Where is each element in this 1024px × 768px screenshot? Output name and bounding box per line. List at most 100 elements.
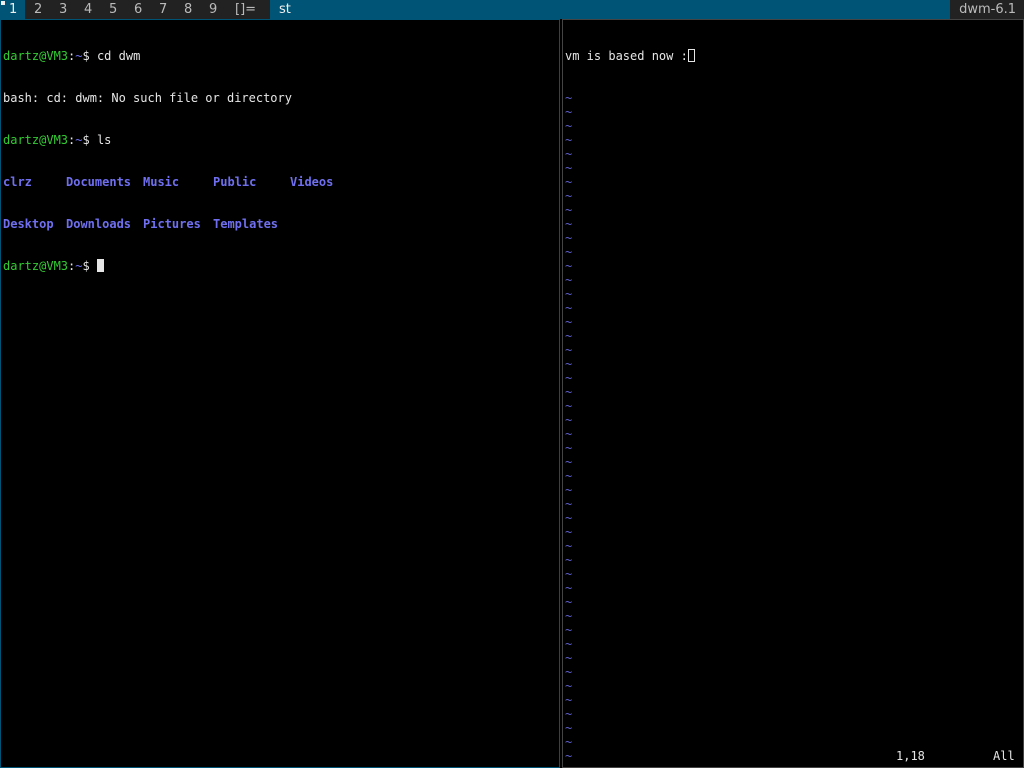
directory-entry: Documents <box>66 175 132 189</box>
terminal-line: bash: cd: dwm: No such file or directory <box>3 91 333 105</box>
tag-2[interactable]: 2 <box>25 0 50 19</box>
directory-entry: Desktop <box>3 217 54 231</box>
layout-symbol[interactable]: []= <box>225 0 270 19</box>
tag-8[interactable]: 8 <box>175 0 200 19</box>
prompt-symbol: $ <box>82 259 97 273</box>
vim-empty-line-marker: ~ <box>565 315 573 329</box>
vim-empty-line-marker: ~ <box>565 763 695 767</box>
directory-entry: Pictures <box>143 217 201 231</box>
prompt-symbol: $ <box>82 49 97 63</box>
tag-6[interactable]: 6 <box>125 0 150 19</box>
occupied-indicator-icon <box>1 1 5 5</box>
directory-entry: Downloads <box>66 217 132 231</box>
tag-3[interactable]: 3 <box>50 0 75 19</box>
vim-empty-line-marker: ~ <box>565 371 573 385</box>
status-text: dwm-6.1 <box>950 0 1024 19</box>
vim-cursor-position: 1,18 <box>896 749 925 763</box>
vim-empty-line-marker: ~ <box>565 259 573 273</box>
command-text: ls <box>96 133 112 147</box>
prompt-user: dartz@VM3 <box>3 49 69 63</box>
vim-text-line: vm is based now : <box>565 49 695 63</box>
vim-empty-line-marker: ~ <box>565 343 573 357</box>
vim-empty-line-marker: ~ <box>565 525 573 539</box>
vim-empty-line-marker: ~ <box>565 651 573 665</box>
vim-empty-line-marker: ~ <box>565 511 573 525</box>
vim-empty-line-marker: ~ <box>565 721 573 735</box>
terminal-line: dartz@VM3:~$ ls <box>3 133 333 147</box>
vim-empty-line-marker: ~ <box>565 399 573 413</box>
dwm-bar: 1 2 3 4 5 6 7 8 9 []= st dwm-6.1 <box>0 0 1024 19</box>
vim-empty-line-marker: ~ <box>565 133 573 147</box>
vim-empty-line-marker: ~ <box>565 385 573 399</box>
directory-entry: Videos <box>290 175 334 189</box>
prompt-symbol: $ <box>82 133 97 147</box>
vim-empty-line-marker: ~ <box>565 287 573 301</box>
vim-empty-line-marker: ~ <box>565 567 573 581</box>
vim-empty-line-marker: ~ <box>565 539 573 553</box>
vim-empty-line-marker: ~ <box>565 413 573 427</box>
vim-empty-line-marker: ~ <box>565 273 573 287</box>
prompt-path: ~ <box>75 259 83 273</box>
prompt-user: dartz@VM3 <box>3 259 69 273</box>
directory-entry: clrz <box>3 175 32 189</box>
tag-label: 9 <box>209 2 218 17</box>
vim-empty-line-marker: ~ <box>565 679 573 693</box>
vim-empty-line-marker: ~ <box>565 245 573 259</box>
vim-empty-line-marker: ~ <box>565 749 573 763</box>
vim-empty-line-marker: ~ <box>565 483 573 497</box>
tag-1[interactable]: 1 <box>0 0 25 19</box>
vim-empty-line-marker: ~ <box>565 105 573 119</box>
vim-empty-line-marker: ~ <box>565 119 573 133</box>
vim-empty-line-marker: ~ <box>565 581 573 595</box>
vim-buffer: vm is based now : ~ ~ ~ ~ ~ ~ ~ ~ ~ ~ ~ ~ ~ ~ ~ ~ ~ ~ ~ ~ ~ ~… <box>565 21 695 767</box>
command-text: cd dwm <box>96 49 141 63</box>
prompt-user: dartz@VM3 <box>3 133 69 147</box>
tag-4[interactable]: 4 <box>75 0 100 19</box>
vim-empty-line-marker: ~ <box>565 665 573 679</box>
vim-empty-line-marker: ~ <box>565 609 573 623</box>
vim-scroll-indicator: All <box>993 749 1015 763</box>
vim-empty-line-marker: ~ <box>565 427 573 441</box>
terminal-window[interactable]: dartz@VM3:~$ cd dwm bash: cd: dwm: No su… <box>0 19 560 768</box>
error-text: bash: cd: dwm: No such file or directory <box>3 91 292 105</box>
directory-entry: Public <box>213 175 257 189</box>
vim-empty-line-marker: ~ <box>565 301 573 315</box>
tag-9[interactable]: 9 <box>200 0 225 19</box>
directory-entry: Music <box>143 175 180 189</box>
vim-empty-line-marker: ~ <box>565 329 573 343</box>
vim-empty-line-marker: ~ <box>565 231 573 245</box>
vim-empty-line-marker: ~ <box>565 637 573 651</box>
tag-7[interactable]: 7 <box>150 0 175 19</box>
vim-empty-line-marker: ~ <box>565 455 573 469</box>
terminal-line: dartz@VM3:~$ <box>3 259 333 273</box>
vim-text: vm is based now : <box>565 49 688 63</box>
vim-empty-line-marker: ~ <box>565 707 573 721</box>
prompt-path: ~ <box>75 49 83 63</box>
vim-empty-line-marker: ~ <box>565 175 573 189</box>
vim-empty-line-marker: ~ <box>565 189 573 203</box>
vim-empty-line-marker: ~ <box>565 595 573 609</box>
tag-label: 1 <box>9 2 18 17</box>
prompt-path: ~ <box>75 133 83 147</box>
vim-empty-line-marker: ~ <box>565 623 573 637</box>
vim-empty-line-marker: ~ <box>565 91 573 105</box>
vim-cursor <box>687 49 695 62</box>
window-title: st <box>270 0 951 19</box>
vim-empty-line-marker: ~ <box>565 357 573 371</box>
vim-empty-line-marker: ~ <box>565 441 573 455</box>
ls-output-row: clrz Documents Music Public Videos <box>3 175 333 189</box>
vim-empty-line-marker: ~ <box>565 161 573 175</box>
tag-5[interactable]: 5 <box>100 0 125 19</box>
tag-label: 8 <box>184 2 193 17</box>
vim-empty-line-marker: ~ <box>565 553 573 567</box>
vim-empty-line-marker: ~ <box>565 693 573 707</box>
terminal-output: dartz@VM3:~$ cd dwm bash: cd: dwm: No su… <box>3 21 333 301</box>
vim-empty-line-marker: ~ <box>565 469 573 483</box>
vim-empty-line-marker: ~ <box>565 735 573 749</box>
vim-window[interactable]: vm is based now : ~ ~ ~ ~ ~ ~ ~ ~ ~ ~ ~ ~ ~ ~ ~ ~ ~ ~ ~ ~ ~ ~… <box>562 19 1024 768</box>
tag-list: 1 2 3 4 5 6 7 8 9 <box>0 0 225 19</box>
window-title-text: st <box>279 2 291 17</box>
vim-empty-line-marker: ~ <box>565 203 573 217</box>
tag-label: 3 <box>59 2 68 17</box>
directory-entry: Templates <box>213 217 279 231</box>
